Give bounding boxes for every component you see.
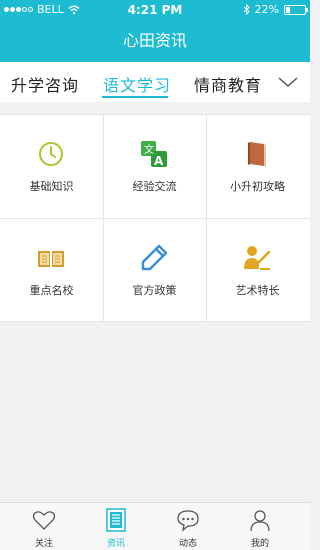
bottom-nav-label: 我的 [250, 539, 269, 549]
category-grid: 基础知识 文 A 经验交流 小升初攻略 重点名校 官方政策 艺术特长 [0, 114, 310, 323]
grid-item-schools[interactable]: 重点名校 [0, 219, 103, 323]
bottom-nav-follow[interactable]: 关注 [8, 503, 80, 550]
grid-item-basics[interactable]: 基础知识 [0, 115, 103, 219]
bottom-nav: 关注 资讯 动态 我的 [0, 502, 310, 550]
svg-text:A: A [154, 154, 164, 168]
grid-item-experience[interactable]: 文 A 经验交流 [103, 115, 206, 219]
grid-item-label: 小升初攻略 [230, 180, 285, 193]
page-title: 心田资讯 [122, 31, 187, 50]
clock-icon [39, 142, 63, 166]
svg-text:文: 文 [144, 143, 154, 156]
bottom-nav-activity[interactable]: 动态 [152, 503, 224, 550]
bottom-nav-label: 关注 [34, 539, 53, 549]
tab-bar: 升学咨询 语文学习 情商教育 [0, 62, 310, 102]
bottom-nav-label: 资讯 [106, 539, 125, 549]
grid-item-label: 艺术特长 [235, 284, 280, 297]
grid-item-strategy[interactable]: 小升初攻略 [206, 115, 309, 219]
translate-icon: 文 A [141, 141, 167, 168]
grid-item-label: 基础知识 [29, 180, 74, 193]
chat-icon [177, 510, 199, 532]
bottom-nav-label: 动态 [178, 539, 197, 549]
grid-item-policy[interactable]: 官方政策 [103, 219, 206, 323]
grid-item-label: 重点名校 [29, 284, 74, 297]
status-right: 22% [243, 3, 308, 16]
battery-percent: 22% [254, 3, 279, 16]
grid-item-arts[interactable]: 艺术特长 [206, 219, 309, 323]
bottom-nav-me[interactable]: 我的 [224, 503, 296, 550]
bottom-nav-news[interactable]: 资讯 [80, 503, 152, 550]
bluetooth-icon [243, 4, 250, 15]
grid-item-label: 官方政策 [132, 284, 177, 297]
status-bar: BELL 4:21 PM 22% [0, 0, 310, 20]
person-icon [250, 510, 270, 532]
open-book-icon [38, 251, 64, 267]
book-icon [248, 142, 266, 167]
battery-icon [284, 4, 308, 15]
pencil-icon [141, 244, 168, 271]
nav-bar: 心田资讯 [0, 20, 310, 62]
heart-icon [32, 511, 56, 530]
tab-chinese[interactable]: 语文学习 [103, 72, 171, 96]
grid-item-label: 经验交流 [132, 180, 177, 193]
chevron-down-icon[interactable] [276, 72, 300, 92]
tab-indicator [102, 96, 168, 98]
tab-eq[interactable]: 情商教育 [194, 72, 262, 96]
news-icon [106, 508, 126, 532]
artist-icon [244, 246, 271, 270]
tab-admission[interactable]: 升学咨询 [11, 72, 79, 96]
